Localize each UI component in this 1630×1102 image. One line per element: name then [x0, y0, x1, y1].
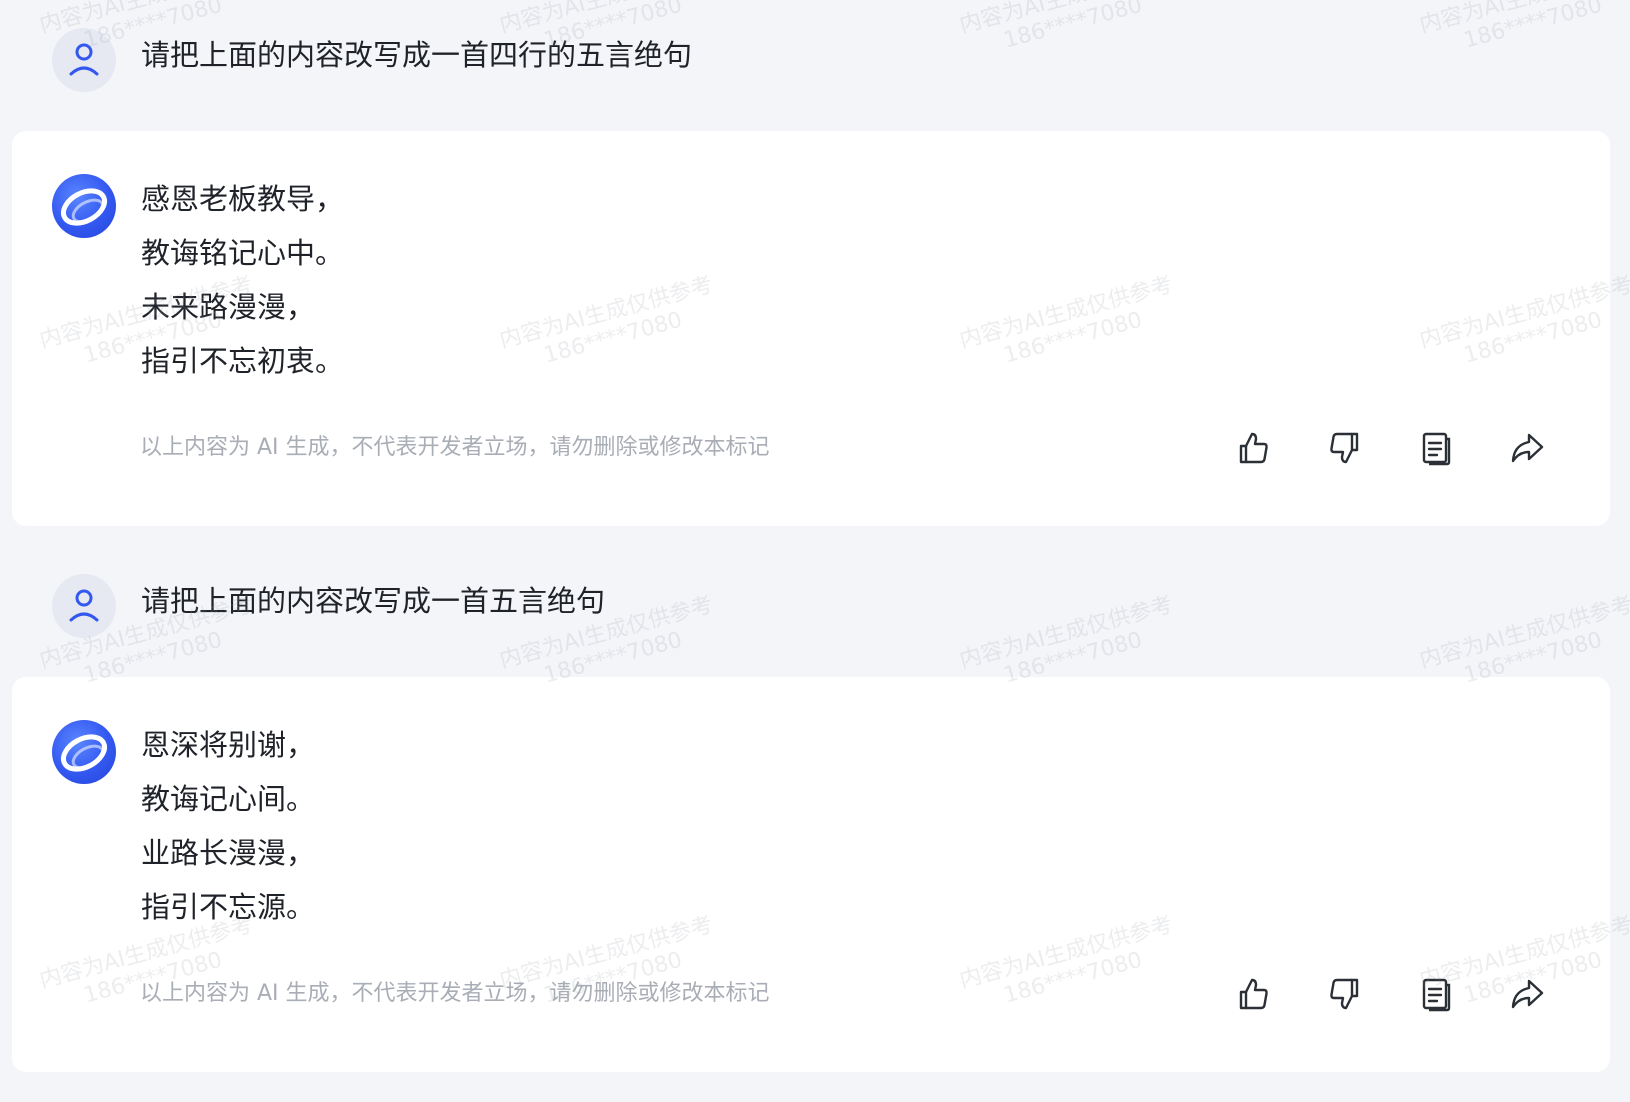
- copy-icon: [1422, 432, 1451, 466]
- share-icon: [1511, 433, 1544, 463]
- poem-line: 未来路漫漫，: [141, 290, 316, 324]
- assistant-logo-icon: [60, 188, 108, 226]
- share-button[interactable]: [1507, 974, 1547, 1014]
- copy-icon: [1422, 978, 1451, 1012]
- assistant-logo-icon: [60, 734, 108, 772]
- assistant-reply-card: 感恩老板教导， 教诲铭记心中。 未来路漫漫， 指引不忘初衷。 以上内容为 AI …: [12, 131, 1610, 526]
- thumbs-down-icon: [1330, 432, 1359, 464]
- assistant-reply-poem: 感恩老板教导， 教诲铭记心中。 未来路漫漫， 指引不忘初衷。: [141, 172, 344, 388]
- poem-line: 恩深将别谢，: [141, 728, 316, 762]
- share-icon: [1511, 979, 1544, 1009]
- copy-button[interactable]: [1416, 428, 1456, 468]
- user-icon: [69, 589, 99, 622]
- thumbs-up-icon: [1239, 432, 1268, 464]
- user-message-row: 请把上面的内容改写成一首五言绝句: [0, 556, 1630, 646]
- assistant-reply-poem: 恩深将别谢， 教诲记心间。 业路长漫漫， 指引不忘源。: [141, 718, 315, 934]
- share-button[interactable]: [1507, 428, 1547, 468]
- assistant-reply-card: 恩深将别谢， 教诲记心间。 业路长漫漫， 指引不忘源。 以上内容为 AI 生成，…: [12, 677, 1610, 1072]
- poem-line: 教诲铭记心中。: [141, 236, 345, 270]
- poem-line: 指引不忘初衷。: [141, 344, 345, 378]
- like-button[interactable]: [1233, 428, 1273, 468]
- assistant-avatar: [52, 174, 116, 238]
- user-message-row: 请把上面的内容改写成一首四行的五言绝句: [0, 10, 1630, 100]
- user-message-text: 请把上面的内容改写成一首四行的五言绝句: [141, 38, 693, 72]
- thumbs-down-icon: [1330, 978, 1359, 1010]
- user-icon: [69, 43, 99, 76]
- like-button[interactable]: [1233, 974, 1273, 1014]
- user-avatar: [52, 574, 116, 638]
- copy-button[interactable]: [1416, 974, 1456, 1014]
- user-message-text: 请把上面的内容改写成一首五言绝句: [141, 584, 606, 618]
- poem-line: 感恩老板教导，: [141, 182, 345, 216]
- dislike-button[interactable]: [1325, 974, 1365, 1014]
- poem-line: 业路长漫漫，: [141, 836, 316, 870]
- ai-disclaimer: 以上内容为 AI 生成，不代表开发者立场，请勿删除或修改本标记: [140, 981, 770, 1006]
- ai-disclaimer: 以上内容为 AI 生成，不代表开发者立场，请勿删除或修改本标记: [140, 435, 770, 460]
- thumbs-up-icon: [1239, 978, 1268, 1010]
- poem-line: 指引不忘源。: [141, 890, 316, 924]
- poem-line: 教诲记心间。: [141, 782, 316, 816]
- dislike-button[interactable]: [1325, 428, 1365, 468]
- assistant-avatar: [52, 720, 116, 784]
- user-avatar: [52, 28, 116, 92]
